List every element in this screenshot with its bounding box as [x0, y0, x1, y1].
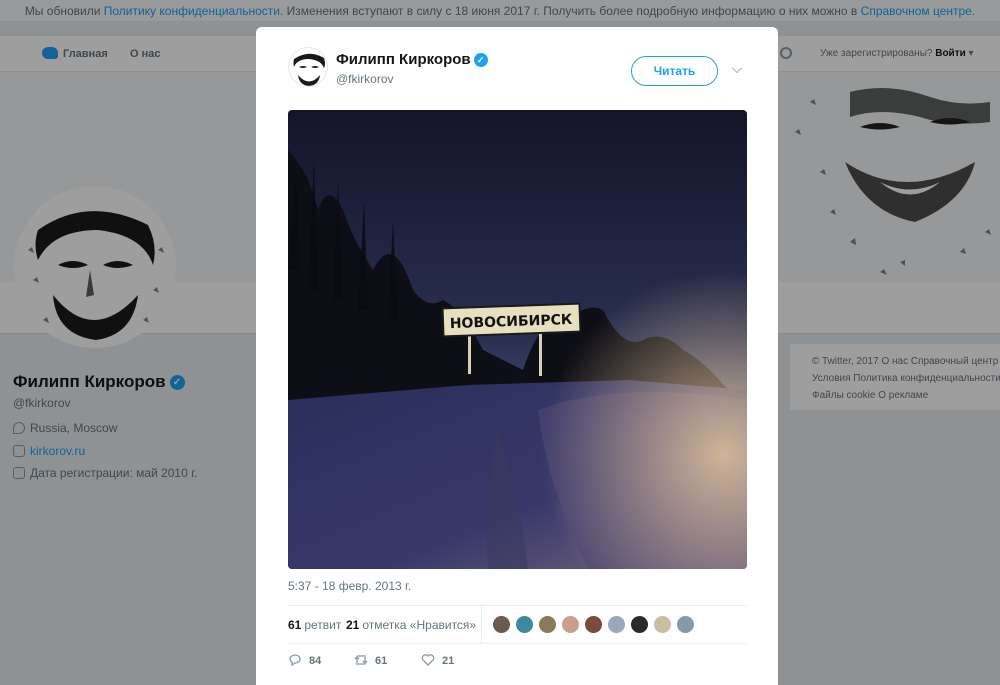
likes-count: 21 — [346, 618, 360, 632]
tweet-author-handle[interactable]: @fkirkorov — [336, 72, 394, 86]
reply-count: 84 — [309, 655, 322, 667]
retweet-icon — [354, 655, 368, 665]
stats-divider — [481, 606, 482, 643]
liker-avatar[interactable] — [492, 615, 511, 634]
liker-avatar[interactable] — [584, 615, 603, 634]
tweet-stats: 61 ретвит 21 отметка «Нравится» — [288, 605, 747, 644]
retweet-count: 61 — [375, 655, 388, 667]
author-avatar-sketch — [293, 53, 325, 86]
liker-avatar[interactable] — [653, 615, 672, 634]
liker-avatar[interactable] — [561, 615, 580, 634]
likes-label: отметка «Нравится» — [362, 618, 477, 632]
retweets-count: 61 — [288, 618, 302, 632]
tweet-photo[interactable]: НОВОСИБИРСК — [288, 110, 747, 569]
tweet-author-name-text: Филипп Киркоров — [336, 51, 471, 68]
tweet-author-name[interactable]: Филипп Киркоров ✓ — [336, 51, 488, 68]
retweets-stat[interactable]: 61 ретвит — [288, 618, 341, 632]
liker-avatar[interactable] — [538, 615, 557, 634]
like-count: 21 — [442, 655, 455, 667]
heart-icon — [421, 654, 435, 666]
chevron-down-icon[interactable] — [732, 63, 742, 73]
retweets-label: ретвит — [304, 618, 342, 632]
likes-stat[interactable]: 21 отметка «Нравится» — [346, 618, 476, 632]
follow-button[interactable]: Читать — [631, 56, 718, 86]
liker-avatar[interactable] — [630, 615, 649, 634]
liker-avatar[interactable] — [676, 615, 695, 634]
tweet-author-avatar[interactable] — [288, 47, 328, 87]
verified-icon: ✓ — [473, 53, 488, 67]
tweet-modal: Филипп Киркоров ✓ @fkirkorov Читать НОВО… — [256, 27, 778, 685]
reply-button[interactable]: 84 — [288, 653, 321, 669]
like-button[interactable]: 21 — [421, 653, 454, 669]
liker-avatar[interactable] — [515, 615, 534, 634]
tweet-actions: 84 61 21 — [288, 653, 747, 673]
tweet-photo-image: НОВОСИБИРСК — [288, 110, 747, 569]
reply-icon — [289, 654, 301, 667]
tweet-timestamp[interactable]: 5:37 - 18 февр. 2013 г. — [288, 579, 411, 593]
liker-avatar[interactable] — [607, 615, 626, 634]
retweet-button[interactable]: 61 — [354, 653, 387, 669]
